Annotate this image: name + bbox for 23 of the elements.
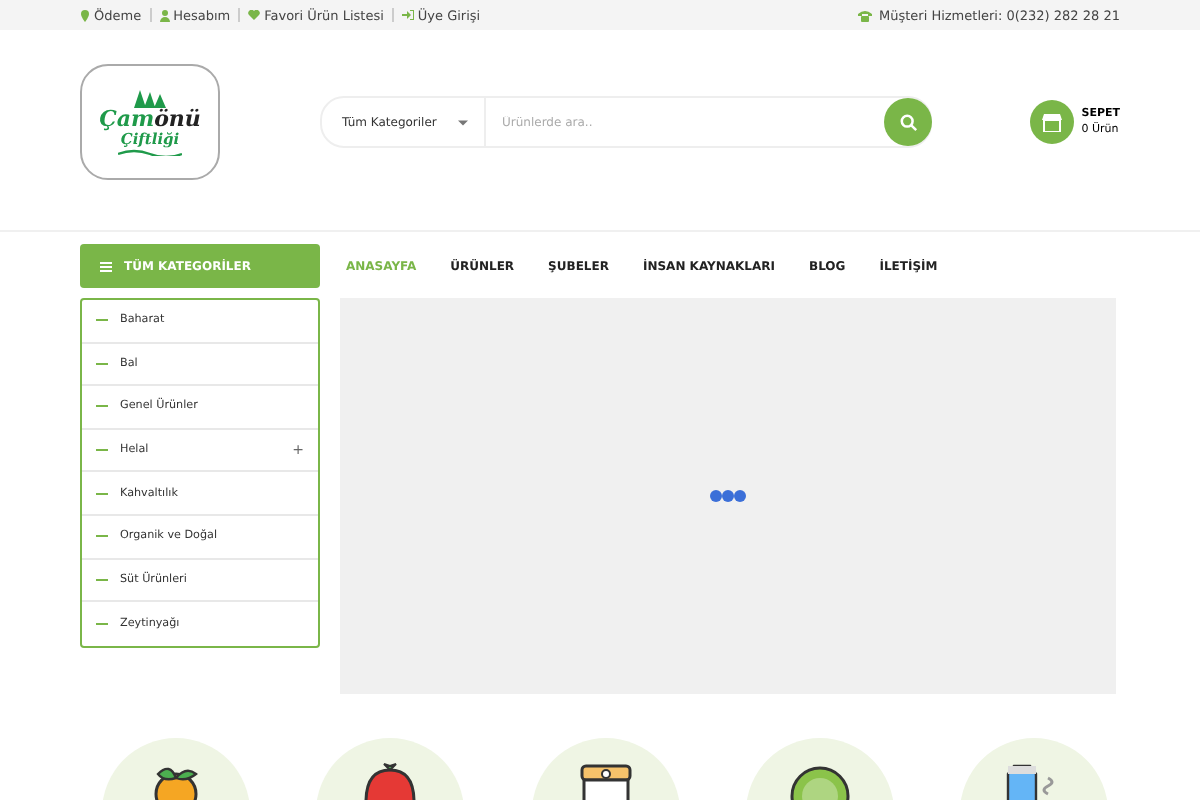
caret-icon: [458, 119, 468, 125]
pin-icon: [80, 9, 90, 21]
phone-icon: [857, 9, 871, 21]
jar-icon: [575, 762, 635, 800]
wave-icon: [118, 147, 182, 155]
strawberry-icon: [360, 762, 421, 800]
trees-icon: [130, 89, 170, 107]
dash-icon: [96, 448, 108, 453]
dash-icon: [96, 404, 108, 409]
dash-icon: [96, 491, 108, 496]
menu-icon: [100, 261, 112, 271]
dash-icon: [96, 361, 108, 366]
dash-icon: [96, 621, 108, 626]
login-icon: [401, 10, 414, 20]
cabbage-icon: [785, 762, 854, 800]
dash-icon: [96, 534, 108, 539]
user-icon: [159, 9, 170, 21]
logo-title: Çamönü: [99, 107, 201, 129]
dash-icon: [96, 318, 108, 323]
heart-icon: [248, 10, 261, 20]
search-icon: [899, 113, 917, 131]
dash-icon: [96, 577, 108, 582]
basket-icon: [1041, 113, 1062, 131]
